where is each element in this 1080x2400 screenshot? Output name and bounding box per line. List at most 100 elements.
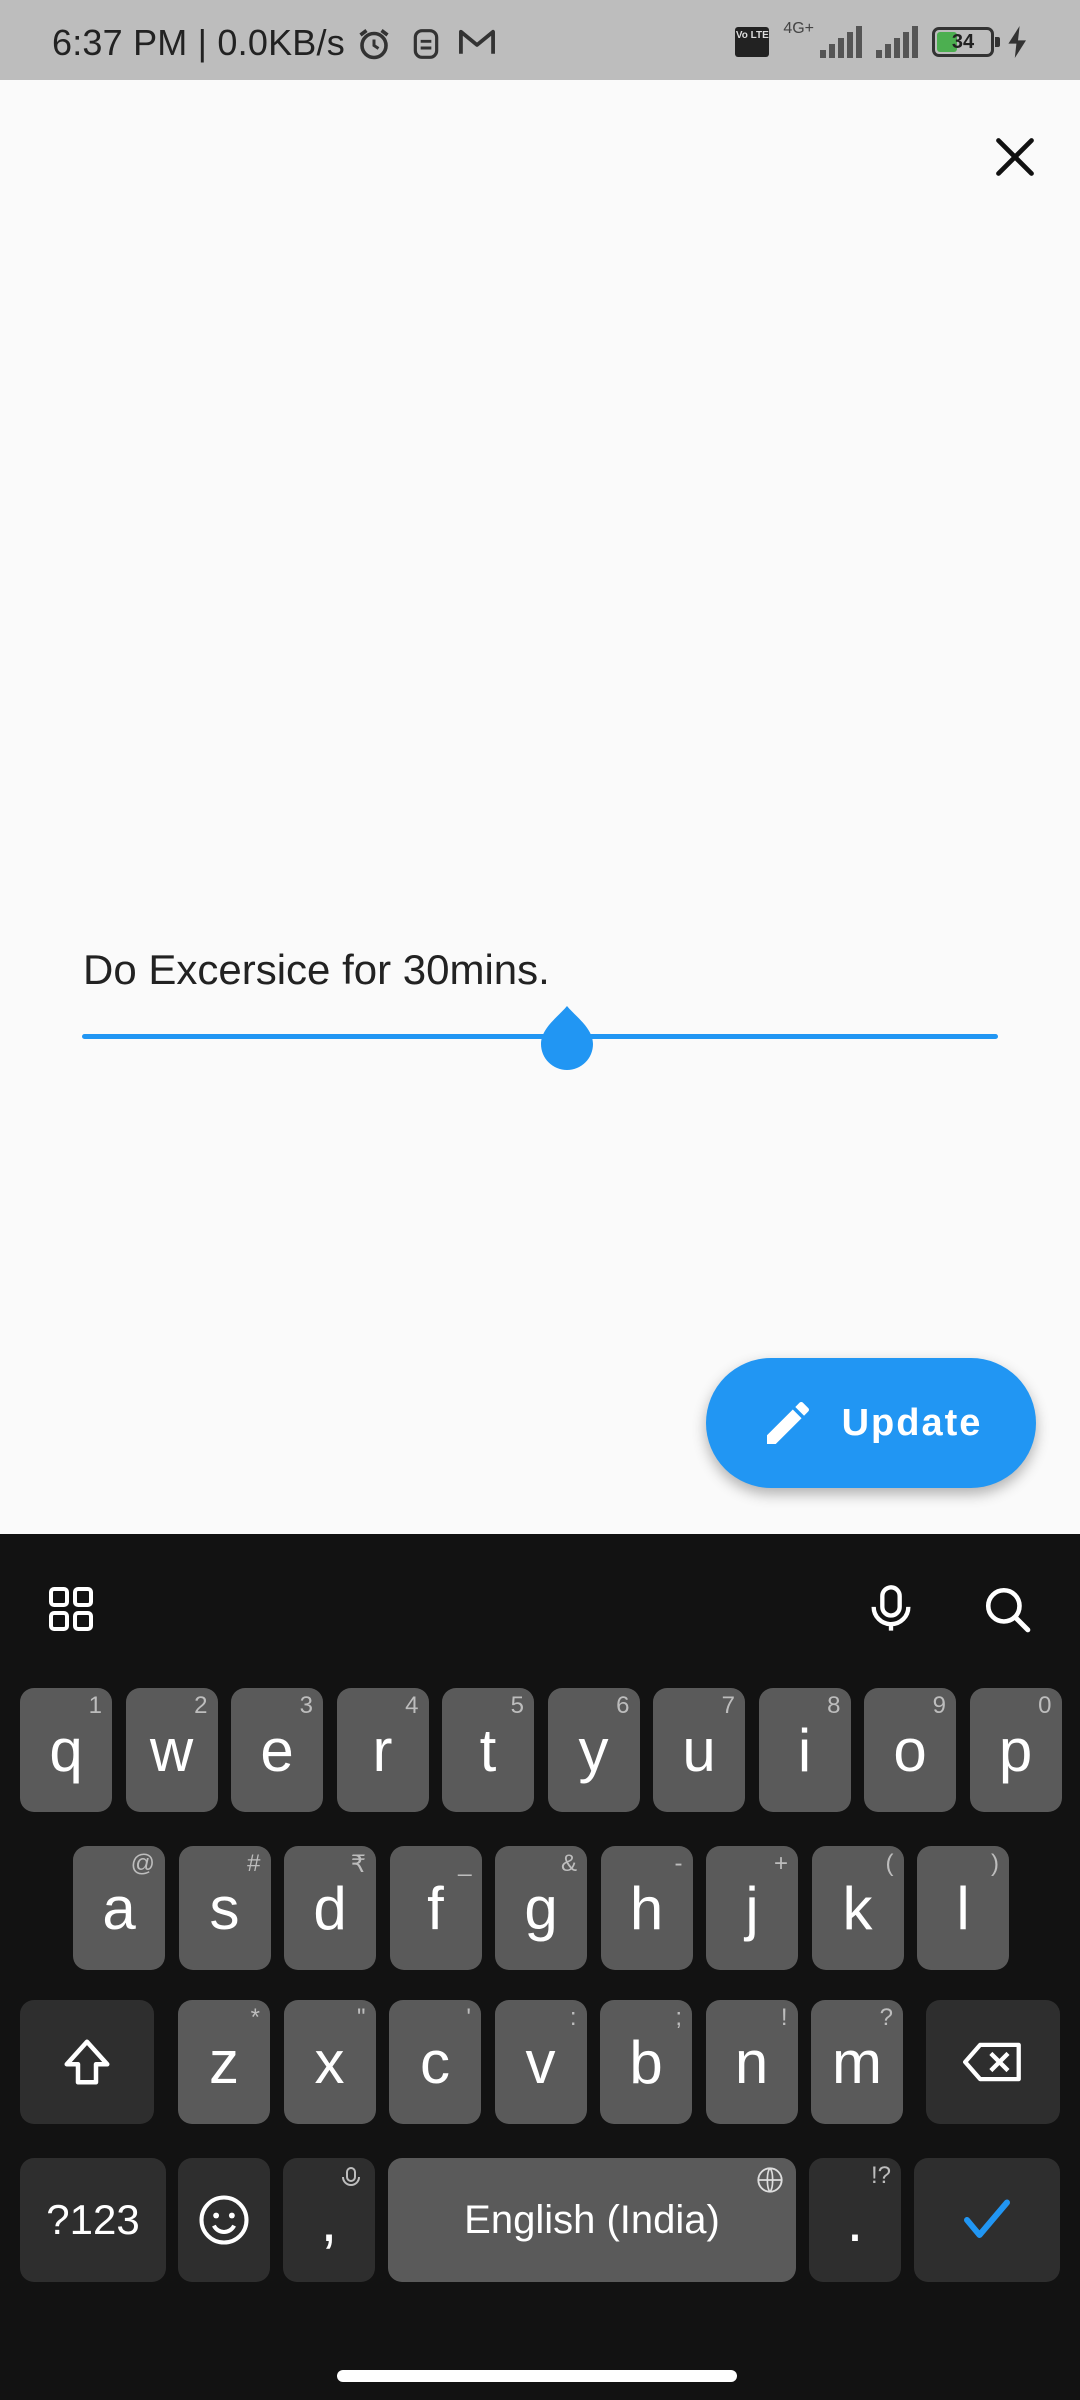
key-o[interactable]: o9 <box>864 1688 956 1812</box>
key-e[interactable]: e3 <box>231 1688 323 1812</box>
close-button[interactable] <box>980 122 1050 192</box>
space-key[interactable]: English (India) <box>388 2158 796 2282</box>
key-s[interactable]: s # <box>178 1846 271 1970</box>
mic-hint-icon <box>342 2167 360 2186</box>
key-hint: 9 <box>932 1692 946 1719</box>
home-indicator[interactable] <box>337 2370 737 2382</box>
status-bar: 6:37 PM | 0.0KB/s Vo LTE 4G+ 34 <box>0 0 1080 80</box>
period-hint: !? <box>870 2162 891 2189</box>
done-key[interactable] <box>914 2158 1060 2282</box>
key-hint: ? <box>879 2004 893 2031</box>
signal-icon-2 <box>876 26 918 58</box>
key-label: r <box>372 1716 393 1784</box>
update-label: Update <box>841 1401 983 1444</box>
update-button[interactable]: Update <box>706 1358 1036 1488</box>
checkmark-icon <box>964 2199 1010 2238</box>
key-m[interactable]: m? <box>811 2000 903 2124</box>
key-p[interactable]: p0 <box>969 1688 1062 1812</box>
key-label: t <box>479 1716 497 1784</box>
globe-icon <box>757 2167 783 2193</box>
symbols-key[interactable]: ?123 <box>20 2158 166 2282</box>
key-f[interactable]: f _ <box>389 1846 482 1970</box>
key-hint: 5 <box>510 1692 524 1719</box>
key-hint: - <box>674 1850 683 1877</box>
signal-icon <box>820 26 862 58</box>
period-key[interactable]: . !? <box>809 2158 901 2282</box>
key-label: d <box>313 1874 347 1942</box>
key-i[interactable]: i8 <box>758 1688 851 1812</box>
key-hint: " <box>356 2004 366 2031</box>
key-label: e <box>260 1716 294 1784</box>
key-y[interactable]: y6 <box>547 1688 640 1812</box>
key-c[interactable]: c ' <box>389 2000 481 2124</box>
key-t[interactable]: t5 <box>442 1688 534 1812</box>
key-label: p <box>998 1716 1033 1784</box>
key-label: o <box>893 1716 927 1784</box>
key-hint: & <box>560 1850 577 1877</box>
keyboard-menu-button[interactable] <box>36 1574 106 1644</box>
key-hint: 4 <box>405 1692 419 1719</box>
emoji-key[interactable] <box>178 2158 270 2282</box>
key-hint: ) <box>991 1850 999 1877</box>
key-k[interactable]: k( <box>811 1846 904 1970</box>
key-label: k <box>842 1874 873 1942</box>
shift-icon <box>64 2039 110 2085</box>
keyboard-search-button[interactable] <box>972 1574 1042 1644</box>
key-hint: ₹ <box>350 1851 366 1878</box>
progress-slider[interactable] <box>82 1000 998 1076</box>
key-g[interactable]: g & <box>495 1846 587 1970</box>
key-hint: 2 <box>194 1692 208 1719</box>
key-hint: + <box>773 1850 788 1877</box>
key-h[interactable]: h- <box>600 1846 693 1970</box>
emoji-icon <box>199 2195 249 2245</box>
key-d[interactable]: d ₹ <box>284 1846 376 1970</box>
key-label: i <box>797 1716 812 1784</box>
key-label: v <box>525 2028 556 2096</box>
key-hint: _ <box>458 1850 472 1877</box>
key-hint: 1 <box>88 1692 102 1719</box>
key-hint: 7 <box>721 1692 735 1719</box>
task-title: Do Excersice for 30mins. <box>83 946 550 993</box>
key-label: a <box>102 1874 136 1942</box>
key-u[interactable]: u7 <box>653 1688 745 1812</box>
key-hint: 0 <box>1038 1692 1052 1719</box>
key-w[interactable]: w2 <box>125 1688 218 1812</box>
slider-thumb[interactable] <box>537 1004 597 1074</box>
key-hint: : <box>569 2004 577 2031</box>
key-label: c <box>420 2028 450 2096</box>
gmail-icon <box>459 29 495 54</box>
key-v[interactable]: v: <box>494 2000 587 2124</box>
key-b[interactable]: b; <box>600 2000 692 2124</box>
key-hint: 8 <box>827 1692 841 1719</box>
comma-key[interactable]: , <box>283 2158 375 2282</box>
key-z[interactable]: z * <box>178 2000 270 2124</box>
key-label: h <box>629 1874 664 1942</box>
alarm-icon <box>359 29 389 60</box>
key-label: u <box>682 1716 716 1784</box>
key-a[interactable]: a @ <box>73 1846 165 1970</box>
key-r[interactable]: r4 <box>336 1688 429 1812</box>
charging-icon <box>1008 26 1026 58</box>
key-q[interactable]: q1 <box>20 1688 112 1812</box>
key-l[interactable]: l) <box>917 1846 1009 1970</box>
key-label: g <box>524 1874 558 1942</box>
voice-input-button[interactable] <box>856 1574 926 1644</box>
status-time: 6:37 PM | 0.0KB/s <box>52 22 345 63</box>
key-hint: @ <box>130 1850 155 1877</box>
key-label: q <box>49 1716 83 1784</box>
key-hint: ( <box>885 1850 894 1877</box>
microphone-icon <box>871 1585 911 1631</box>
key-label: n <box>734 2028 769 2096</box>
key-j[interactable]: j + <box>706 1846 798 1970</box>
key-hint: * <box>250 2004 260 2031</box>
key-x[interactable]: x " <box>283 2000 376 2124</box>
key-hint: 6 <box>616 1692 630 1719</box>
soft-keyboard: q 1 w 2 e 3 r 4 t 5 y 6 u 7 i 8 o 9 p 0 a @ s # d ₹ f _ g & h - j + k(l) z *… <box>0 1534 1080 2400</box>
backspace-key[interactable] <box>926 2000 1060 2124</box>
status-right-icons: Vo LTE 4G+ 34 <box>735 20 1028 62</box>
volte-icon: Vo LTE <box>735 27 770 57</box>
key-n[interactable]: n! <box>705 2000 798 2124</box>
close-icon <box>996 138 1034 176</box>
shift-key[interactable] <box>20 2000 154 2124</box>
key-hint: # <box>247 1850 261 1877</box>
